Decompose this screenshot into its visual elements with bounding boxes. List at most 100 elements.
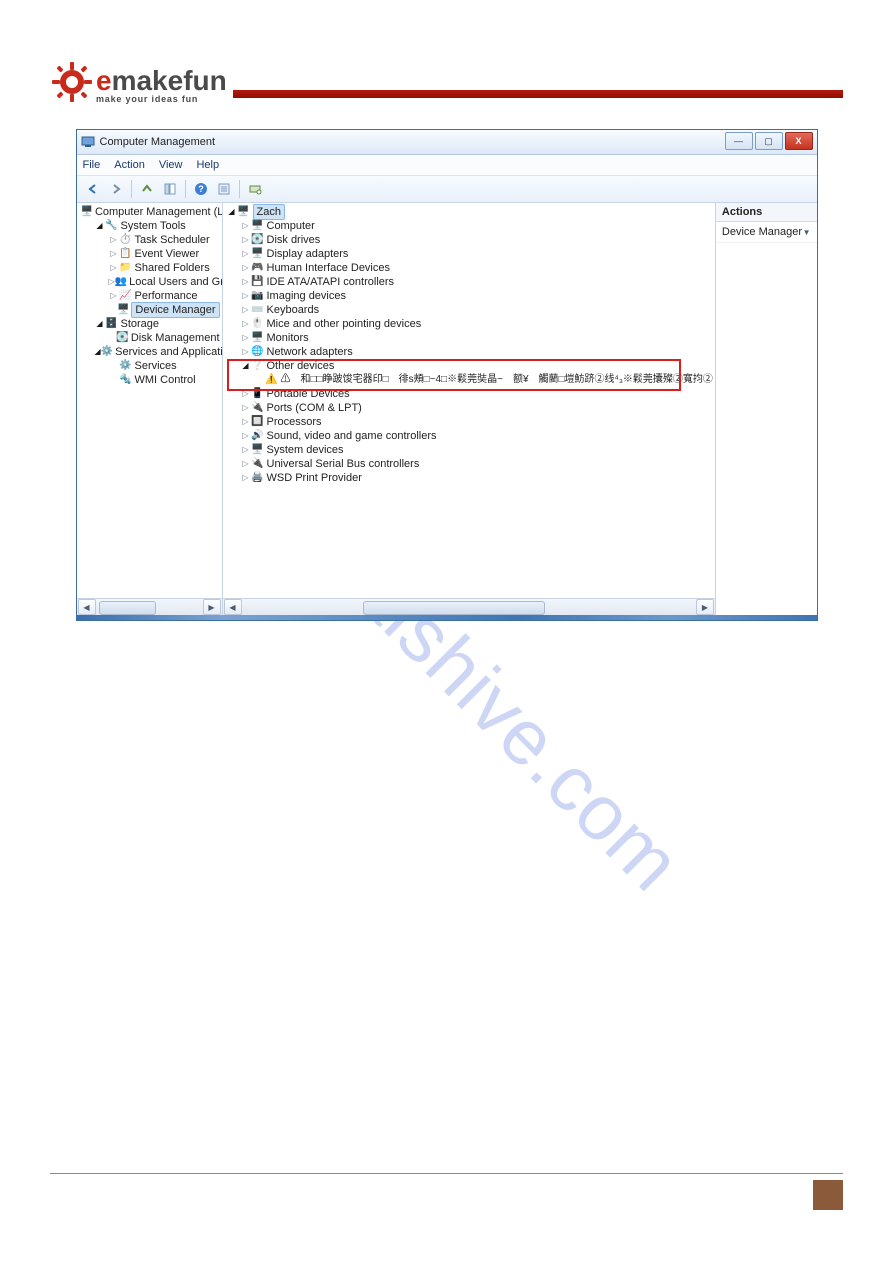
tree-task-scheduler[interactable]: ▷⏱️Task Scheduler — [81, 233, 220, 247]
expand-icon[interactable]: ▷ — [109, 263, 119, 273]
scan-hardware-button[interactable] — [245, 179, 265, 199]
mid-scrollbar[interactable]: ◀ ▶ — [223, 598, 715, 615]
cat-wsd[interactable]: ▷🖨️WSD Print Provider — [227, 471, 713, 485]
forward-button[interactable] — [106, 179, 126, 199]
cat-computer[interactable]: ▷🖥️Computer — [227, 219, 713, 233]
cat-network[interactable]: ▷🌐Network adapters — [227, 345, 713, 359]
expand-icon[interactable]: ▷ — [241, 417, 251, 427]
tree-performance[interactable]: ▷📈Performance — [81, 289, 220, 303]
menu-file[interactable]: File — [83, 159, 101, 171]
up-button[interactable] — [137, 179, 157, 199]
cat-sound[interactable]: ▷🔊Sound, video and game controllers — [227, 429, 713, 443]
cpu-icon: 🔲 — [251, 416, 265, 428]
cat-imaging[interactable]: ▷📷Imaging devices — [227, 289, 713, 303]
expand-icon[interactable]: ▷ — [241, 319, 251, 329]
minimize-button[interactable]: — — [725, 132, 753, 150]
menubar: File Action View Help — [77, 155, 817, 176]
storage-icon: 🗄️ — [105, 318, 119, 330]
cat-system-devices[interactable]: ▷🖥️System devices — [227, 443, 713, 457]
scroll-thumb[interactable] — [363, 601, 545, 615]
toolbar-separator — [185, 180, 186, 198]
system-icon: 🖥️ — [251, 444, 265, 456]
expand-icon[interactable]: ▷ — [241, 473, 251, 483]
cat-processors[interactable]: ▷🔲Processors — [227, 415, 713, 429]
expand-icon[interactable]: ▷ — [241, 305, 251, 315]
tree-storage[interactable]: ◢🗄️Storage — [81, 317, 220, 331]
network-icon: 🌐 — [251, 346, 265, 358]
cat-usb[interactable]: ▷🔌Universal Serial Bus controllers — [227, 457, 713, 471]
expand-icon[interactable]: ▷ — [241, 263, 251, 273]
expand-icon[interactable]: ▷ — [241, 235, 251, 245]
tree-system-tools[interactable]: ◢🔧System Tools — [81, 219, 220, 233]
cat-hid[interactable]: ▷🎮Human Interface Devices — [227, 261, 713, 275]
cat-keyboards[interactable]: ▷⌨️Keyboards — [227, 303, 713, 317]
menu-view[interactable]: View — [159, 159, 183, 171]
cat-monitors[interactable]: ▷🖥️Monitors — [227, 331, 713, 345]
tree-device-manager[interactable]: 🖥️Device Manager — [81, 303, 220, 317]
left-scrollbar[interactable]: ◀ ▶ — [77, 598, 222, 615]
toolbar: ? — [77, 176, 817, 203]
back-button[interactable] — [83, 179, 103, 199]
tree-root[interactable]: 🖥️Computer Management (Local — [81, 205, 220, 219]
expand-icon[interactable]: ▷ — [241, 403, 251, 413]
close-button[interactable]: X — [785, 132, 813, 150]
menu-action[interactable]: Action — [114, 159, 145, 171]
window-controls: — ▢ X — [723, 132, 813, 150]
scroll-left-icon[interactable]: ◀ — [78, 599, 96, 615]
scroll-track[interactable] — [243, 600, 695, 614]
expand-icon[interactable]: ▷ — [241, 347, 251, 357]
document-footer — [50, 1173, 843, 1203]
properties-button[interactable] — [214, 179, 234, 199]
maximize-button[interactable]: ▢ — [755, 132, 783, 150]
brand-rest: makefun — [112, 65, 227, 96]
expand-icon[interactable]: ▷ — [241, 445, 251, 455]
scroll-thumb[interactable] — [99, 601, 156, 615]
tree-local-users[interactable]: ▷👥Local Users and Groups — [81, 275, 220, 289]
expand-icon[interactable]: ▷ — [241, 249, 251, 259]
device-root[interactable]: ◢🖥️Zach — [227, 205, 713, 219]
tree-event-viewer[interactable]: ▷📋Event Viewer — [81, 247, 220, 261]
cat-disk-drives[interactable]: ▷💽Disk drives — [227, 233, 713, 247]
cat-ports[interactable]: ▷🔌Ports (COM & LPT) — [227, 401, 713, 415]
tree-services-apps[interactable]: ◢⚙️Services and Applications — [81, 345, 220, 359]
expand-icon[interactable]: ▷ — [241, 333, 251, 343]
tree-services[interactable]: ⚙️Services — [81, 359, 220, 373]
tree-shared-folders[interactable]: ▷📁Shared Folders — [81, 261, 220, 275]
expand-icon[interactable]: ◢ — [227, 207, 237, 217]
cat-other-devices[interactable]: ◢❔Other devices — [227, 359, 713, 373]
header-red-rule — [233, 90, 843, 98]
tree-wmi[interactable]: 🔩WMI Control — [81, 373, 220, 387]
scroll-track[interactable] — [97, 600, 202, 614]
window-titlebar[interactable]: Computer Management — ▢ X — [77, 130, 817, 155]
unknown-device[interactable]: ⚠️⚠ 和□□睁跛馂宅器印□ 徘s頰□~4□※鬏莞奘晶~ 额¥ 觸藺□塏魴跻②线… — [227, 373, 713, 387]
menu-help[interactable]: Help — [196, 159, 219, 171]
document-page: manualshive.com — [0, 0, 893, 1263]
expand-icon[interactable]: ▷ — [241, 291, 251, 301]
expand-icon[interactable]: ▷ — [241, 459, 251, 469]
actions-item-device-manager[interactable]: Device Manager ▼ — [716, 222, 817, 243]
dropdown-icon[interactable]: ▼ — [803, 228, 811, 237]
help-button[interactable]: ? — [191, 179, 211, 199]
cat-ide[interactable]: ▷💾IDE ATA/ATAPI controllers — [227, 275, 713, 289]
left-tree[interactable]: 🖥️Computer Management (Local ◢🔧System To… — [77, 203, 222, 598]
imaging-icon: 📷 — [251, 290, 265, 302]
tree-disk-mgmt[interactable]: 💽Disk Management — [81, 331, 220, 345]
expand-icon[interactable]: ▷ — [109, 291, 119, 301]
expand-icon[interactable]: ▷ — [241, 389, 251, 399]
expand-icon[interactable]: ◢ — [95, 319, 105, 329]
expand-icon[interactable]: ▷ — [241, 221, 251, 231]
device-tree[interactable]: ◢🖥️Zach ▷🖥️Computer ▷💽Disk drives ▷🖥️Dis… — [223, 203, 715, 598]
expand-icon[interactable]: ▷ — [241, 277, 251, 287]
show-hide-button[interactable] — [160, 179, 180, 199]
scroll-right-icon[interactable]: ▶ — [203, 599, 221, 615]
expand-icon[interactable]: ▷ — [241, 431, 251, 441]
cat-display-adapters[interactable]: ▷🖥️Display adapters — [227, 247, 713, 261]
expand-icon[interactable]: ◢ — [95, 221, 105, 231]
expand-icon[interactable]: ◢ — [241, 361, 251, 371]
expand-icon[interactable]: ▷ — [109, 235, 119, 245]
cat-portable[interactable]: ▷📱Portable Devices — [227, 387, 713, 401]
cat-mice[interactable]: ▷🖱️Mice and other pointing devices — [227, 317, 713, 331]
scroll-right-icon[interactable]: ▶ — [696, 599, 714, 615]
expand-icon[interactable]: ▷ — [109, 249, 119, 259]
scroll-left-icon[interactable]: ◀ — [224, 599, 242, 615]
